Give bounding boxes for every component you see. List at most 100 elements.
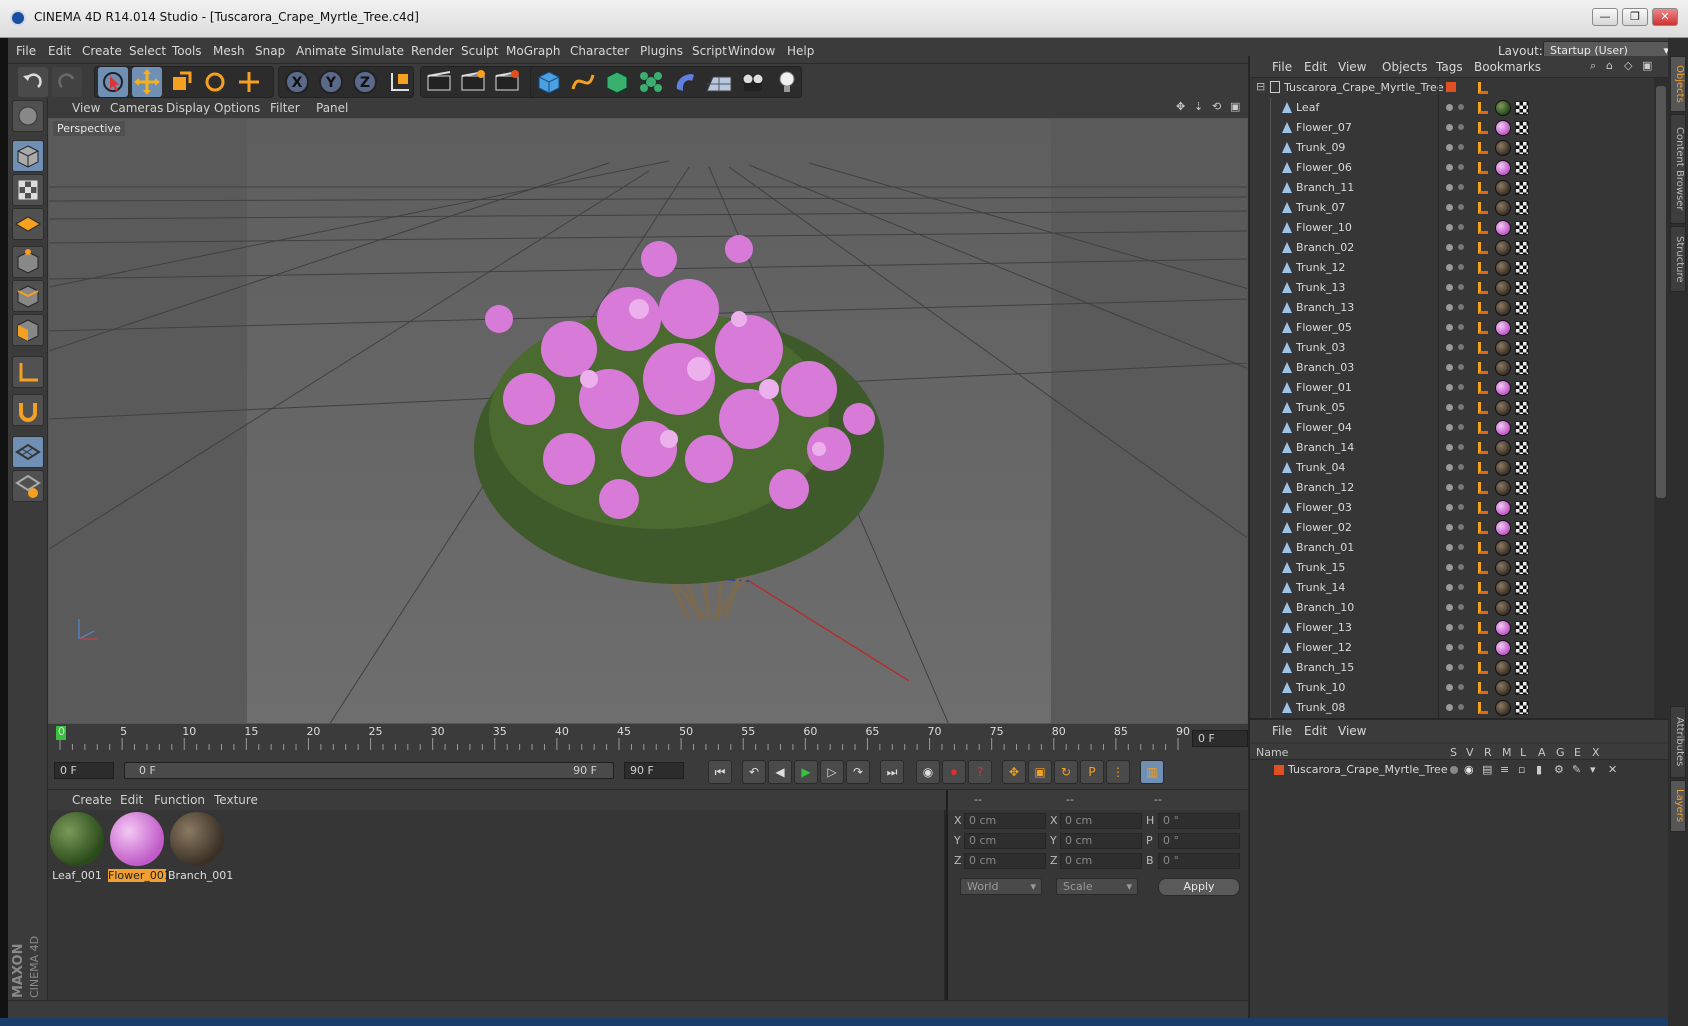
editor-visibility-dot[interactable] [1446, 144, 1453, 151]
layer-row[interactable]: Tuscarora_Crape_Myrtle_Tree ◉ ▤ ≡ ▫ ▮ ⚙ … [1250, 761, 1668, 779]
phong-tag-icon[interactable] [1478, 442, 1488, 454]
material-tag-icon[interactable] [1495, 340, 1511, 356]
material-tag-icon[interactable] [1495, 680, 1511, 696]
object-row[interactable]: Flower_03 [1250, 498, 1654, 518]
viewport-menu-display[interactable]: Display [166, 101, 210, 115]
live-selection-icon[interactable] [98, 67, 128, 97]
material-tag-icon[interactable] [1495, 200, 1511, 216]
home-icon[interactable]: ⌂ [1606, 59, 1613, 72]
material-leaf[interactable]: Leaf_001 [48, 810, 106, 882]
layers-menu-edit[interactable]: Edit [1304, 724, 1327, 738]
uvw-tag-icon[interactable] [1515, 461, 1529, 475]
goto-end-icon[interactable]: ⏭ [880, 760, 904, 784]
uvw-tag-icon[interactable] [1515, 381, 1529, 395]
menu-select[interactable]: Select [129, 44, 166, 58]
back-icon[interactable]: ◇ [1624, 59, 1632, 72]
uvw-tag-icon[interactable] [1515, 301, 1529, 315]
layer-generator-icon[interactable]: ⚙ [1554, 763, 1564, 776]
material-tag-icon[interactable] [1495, 240, 1511, 256]
object-row[interactable]: Trunk_05 [1250, 398, 1654, 418]
rotate-icon[interactable] [200, 67, 230, 97]
menu-sculpt[interactable]: Sculpt [461, 44, 498, 58]
editor-visibility-dot[interactable] [1446, 644, 1453, 651]
material-menu-edit[interactable]: Edit [120, 793, 143, 807]
material-tag-icon[interactable] [1495, 320, 1511, 336]
uvw-tag-icon[interactable] [1515, 661, 1529, 675]
start-frame-field[interactable]: 0 F [54, 762, 114, 779]
position-z-field[interactable]: 0 cm [964, 853, 1046, 869]
phong-tag-icon[interactable] [1478, 162, 1488, 174]
menu-help[interactable]: Help [787, 44, 814, 58]
goto-start-icon[interactable]: ⏮ [708, 760, 732, 784]
editor-visibility-dot[interactable] [1446, 304, 1453, 311]
render-visibility-dot[interactable] [1458, 644, 1464, 650]
tab-objects[interactable]: Objects [1670, 56, 1686, 112]
editor-visibility-dot[interactable] [1446, 624, 1453, 631]
render-visibility-dot[interactable] [1458, 564, 1464, 570]
render-visibility-dot[interactable] [1458, 424, 1464, 430]
render-visibility-dot[interactable] [1458, 524, 1464, 530]
render-visibility-dot[interactable] [1458, 584, 1464, 590]
objects-menu-edit[interactable]: Edit [1304, 60, 1327, 74]
objects-menu-view[interactable]: View [1338, 60, 1366, 74]
phong-tag-icon[interactable] [1478, 542, 1488, 554]
menu-tools[interactable]: Tools [172, 44, 202, 58]
phong-tag-icon[interactable] [1478, 262, 1488, 274]
viewport-zoom-icon[interactable]: ⇣ [1194, 100, 1203, 113]
viewport-menu-filter[interactable]: Filter [270, 101, 300, 115]
subdivision-surface-icon[interactable] [602, 67, 632, 97]
phong-tag-icon[interactable] [1478, 402, 1488, 414]
phong-tag-icon[interactable] [1478, 522, 1488, 534]
objects-menu-file[interactable]: File [1272, 60, 1292, 74]
material-tag-icon[interactable] [1495, 300, 1511, 316]
key-parameter-icon[interactable]: P [1080, 760, 1104, 784]
material-tag-icon[interactable] [1495, 220, 1511, 236]
layer-deformer-icon[interactable]: ✎ [1572, 763, 1581, 776]
model-mode-icon[interactable] [12, 100, 44, 132]
snap-lock-icon[interactable] [12, 470, 44, 502]
timeline-ruler[interactable]: 0 5 10 15 20 25 30 35 40 45 50 55 60 65 70 75 80 85 90 0 F [48, 724, 1248, 754]
phong-tag-icon[interactable] [1478, 282, 1488, 294]
uvw-tag-icon[interactable] [1515, 221, 1529, 235]
object-row[interactable]: Trunk_08 [1250, 698, 1654, 718]
object-row[interactable]: Trunk_14 [1250, 578, 1654, 598]
material-tag-icon[interactable] [1495, 660, 1511, 676]
render-visibility-dot[interactable] [1458, 404, 1464, 410]
object-row[interactable]: Flower_10 [1250, 218, 1654, 238]
search-icon[interactable]: ⌕ [1590, 59, 1596, 73]
apply-button[interactable]: Apply [1158, 878, 1240, 896]
object-row[interactable]: Flower_07 [1250, 118, 1654, 138]
uvw-tag-icon[interactable] [1515, 341, 1529, 355]
layer-visible-eye-icon[interactable]: ◉ [1464, 763, 1474, 776]
tweak-magnet-icon[interactable] [12, 394, 44, 426]
render-visibility-dot[interactable] [1458, 344, 1464, 350]
uvw-tag-icon[interactable] [1515, 701, 1529, 715]
menu-edit[interactable]: Edit [48, 44, 71, 58]
viewport-menu-cameras[interactable]: Cameras [110, 101, 163, 115]
uvw-tag-icon[interactable] [1515, 141, 1529, 155]
tab-content-browser[interactable]: Content Browser [1670, 114, 1686, 224]
texture-mode-icon[interactable] [12, 174, 44, 206]
edges-mode-icon[interactable] [12, 280, 44, 312]
material-tag-icon[interactable] [1495, 620, 1511, 636]
phong-tag-icon[interactable] [1478, 182, 1488, 194]
object-row[interactable]: Trunk_12 [1250, 258, 1654, 278]
editor-visibility-dot[interactable] [1446, 684, 1453, 691]
render-visibility-dot[interactable] [1458, 504, 1464, 510]
coordinate-system-icon[interactable] [384, 67, 414, 97]
editor-visibility-dot[interactable] [1446, 104, 1453, 111]
scale-icon[interactable] [166, 67, 196, 97]
goto-previous-key-icon[interactable]: ↶ [742, 760, 766, 784]
tab-layers[interactable]: Layers [1670, 780, 1686, 832]
layers-menu-file[interactable]: File [1272, 724, 1292, 738]
rotation-p-field[interactable]: 0 ° [1158, 833, 1240, 849]
render-visibility-dot[interactable] [1458, 464, 1464, 470]
tab-structure[interactable]: Structure [1670, 226, 1686, 292]
scale-y-field[interactable]: 0 cm [1060, 833, 1142, 849]
floor-scene-icon[interactable] [704, 67, 734, 97]
editor-visibility-dot[interactable] [1446, 544, 1453, 551]
end-frame-field[interactable]: 90 F [624, 762, 684, 779]
previous-frame-icon[interactable]: ◀ [768, 760, 792, 784]
uvw-tag-icon[interactable] [1515, 121, 1529, 135]
render-visibility-dot[interactable] [1458, 224, 1464, 230]
